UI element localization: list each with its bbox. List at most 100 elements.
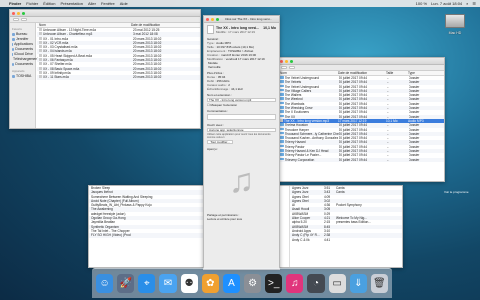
folder-icon (280, 136, 284, 139)
dock-finder-icon[interactable]: ☺ (96, 274, 114, 293)
audio-file-icon (39, 28, 42, 31)
info-value: 44,1 kHz (231, 87, 243, 91)
info-titlebar[interactable]: Infos sur The XX - Intro long versi... (204, 16, 279, 23)
view-mode-button[interactable] (21, 17, 27, 22)
dock-launchpad-icon[interactable]: 🚀 (117, 274, 135, 293)
audio-file-icon (39, 62, 42, 66)
column-header-name[interactable]: Nom (39, 23, 131, 27)
dock-folder-icon[interactable]: ⇓ (349, 274, 367, 293)
dock-photos-icon[interactable]: ✿ (201, 274, 219, 293)
info-value: vendredi 17 mars 2017 12:19 (225, 57, 265, 61)
audio-file-icon (39, 45, 42, 49)
dock-trash-icon[interactable]: 🗑 (370, 274, 388, 293)
info-value: Verrouillé (208, 65, 221, 69)
dock-app-store-icon[interactable]: A (222, 274, 240, 293)
close-button[interactable] (206, 17, 209, 21)
hide-extension-checkbox[interactable]: ☐ Masquer l'extension (207, 103, 276, 107)
sidebar-favorites-label: Favoris (12, 27, 22, 31)
column-header-size[interactable]: Taille (386, 71, 408, 75)
back-button[interactable] (281, 65, 287, 70)
comments-field[interactable] (207, 114, 276, 120)
open-with-select[interactable]: Aucune app. sélectionnée (207, 128, 276, 132)
folder-icon (280, 157, 284, 161)
folder-icon (12, 48, 15, 51)
column-header-kind[interactable]: Type (408, 71, 436, 75)
finder-left-sidebar: Favoris Bureau Jennifer Applications Docume… (10, 23, 40, 128)
folder-icon (12, 53, 13, 56)
sidebar-devices-label: Appareils (12, 69, 25, 73)
folder-icon (280, 114, 284, 118)
column-header-date[interactable]: Date de modification (338, 71, 386, 75)
battery-status[interactable]: 100 % (416, 1, 427, 6)
sidebar-item-device[interactable]: TOSHIBA (12, 74, 33, 79)
finder-right-titlebar[interactable] (278, 58, 444, 65)
finder-window-left: Favoris Bureau Jennifer Applications Docume… (9, 9, 201, 129)
change-all-button[interactable]: Tout modifier... (207, 140, 233, 144)
minimize-button[interactable] (211, 17, 214, 21)
file-kind: Dossier (408, 157, 420, 162)
dock-safari-icon[interactable]: ⌖ (138, 274, 156, 293)
track-time: 4:41 (324, 237, 331, 242)
audio-file-icon (39, 75, 42, 79)
dock-xld-icon[interactable]: ⚉ (180, 274, 198, 293)
menu-item-file[interactable]: Fichier (26, 1, 38, 6)
hard-drive-icon[interactable] (445, 14, 465, 28)
track-artist: Andy C & Ilk (292, 237, 310, 242)
dock-preferences-icon[interactable]: ⚙ (243, 274, 262, 293)
file-row[interactable]: XX - 11 Stars.m4a 20 mars 2013 18:02 (37, 75, 200, 80)
menu-item-help[interactable]: Aide (120, 1, 128, 6)
track-row[interactable]: Andy C & Ilk 4:41 (290, 238, 402, 242)
close-button[interactable] (12, 11, 15, 15)
zoom-button[interactable] (290, 59, 293, 63)
file-name: Thievery Corporation (284, 157, 315, 162)
menu-item-edit[interactable]: Édition (43, 1, 55, 6)
menu-app-name[interactable]: Finder (9, 1, 21, 6)
dock-itunes-icon[interactable]: ♫ (286, 274, 304, 293)
file-date: 20 mars 2013 18:02 (133, 75, 162, 80)
open-with-section-toggle[interactable]: Ouvrir avec : (207, 123, 276, 127)
info-key: Échantillonnage : (207, 87, 231, 91)
name-extension-section-toggle[interactable]: Nom et extension : (207, 93, 276, 97)
folder-icon (280, 140, 284, 144)
drive-icon (12, 75, 15, 78)
folder-icon (280, 93, 284, 96)
audio-file-icon (39, 70, 42, 74)
itunes-right-list: Agnes Jozz 3:51 Canta Agnes Jozz 3:43 Canta Ag… (289, 186, 402, 267)
finder-right-file-list: The Velvet Underground 20 juillet 2017 09… (278, 76, 444, 162)
sidebar-item[interactable]: Documents (12, 62, 33, 67)
menu-item-go[interactable]: Aller (88, 1, 96, 6)
back-button[interactable] (13, 17, 19, 22)
folder-icon (12, 43, 14, 46)
audio-file-icon (39, 53, 42, 57)
notification-center-icon[interactable]: ☰ (472, 1, 476, 6)
finder-left-titlebar[interactable] (10, 10, 200, 17)
minimize-button[interactable] (17, 11, 20, 15)
column-header-date[interactable]: Date de modification (131, 23, 191, 27)
dock-activity-monitor-icon[interactable]: ◔ (307, 274, 325, 293)
file-date: 20 juillet 2017 09:44 (338, 157, 368, 162)
hard-drive-label[interactable]: Mac HD (437, 31, 473, 35)
minimize-button[interactable] (285, 59, 288, 63)
track-row[interactable]: FLY SO HIGH (Video) (Prod (89, 233, 209, 238)
spotlight-icon[interactable]: ⌕ (466, 1, 468, 6)
zoom-button[interactable] (216, 17, 219, 21)
finder-window-right: Nom Date de modification Taille Type The… (277, 57, 445, 182)
close-button[interactable] (280, 59, 283, 63)
dock: ☺ 🚀 ⌖ ✉ ⚉ ✿ A ⚙ >_ ♫ ◔ ▭ ⇓ 🗑 (92, 268, 392, 298)
dock-mail-icon[interactable]: ✉ (159, 274, 177, 293)
column-header-name[interactable]: Nom (280, 71, 338, 75)
dock-terminal-icon[interactable]: >_ (265, 274, 283, 293)
name-extension-field[interactable]: The XX - Intro long version.mp3 (207, 98, 276, 102)
folder-icon (280, 110, 284, 113)
finder-left-file-list: Unknown Album - 13 Night-Time.m4a 23 mai … (37, 28, 200, 80)
zoom-button[interactable] (22, 11, 25, 15)
info-modified: Modifié : 17 mars 2017 12:19 (216, 29, 255, 34)
menu-item-view[interactable]: Présentation (60, 1, 82, 6)
file-size: -- (386, 157, 389, 162)
comments-section-toggle[interactable]: Commentaires : (207, 109, 276, 113)
menu-clock[interactable]: Lun. 7 août 18:04 (431, 1, 462, 6)
view-mode-button[interactable] (289, 65, 295, 70)
file-row[interactable]: Thievery Corporation 20 juillet 2017 09:4… (278, 157, 444, 162)
dock-minimized-icon[interactable]: ▭ (328, 274, 346, 293)
menu-item-window[interactable]: Fenêtre (101, 1, 115, 6)
